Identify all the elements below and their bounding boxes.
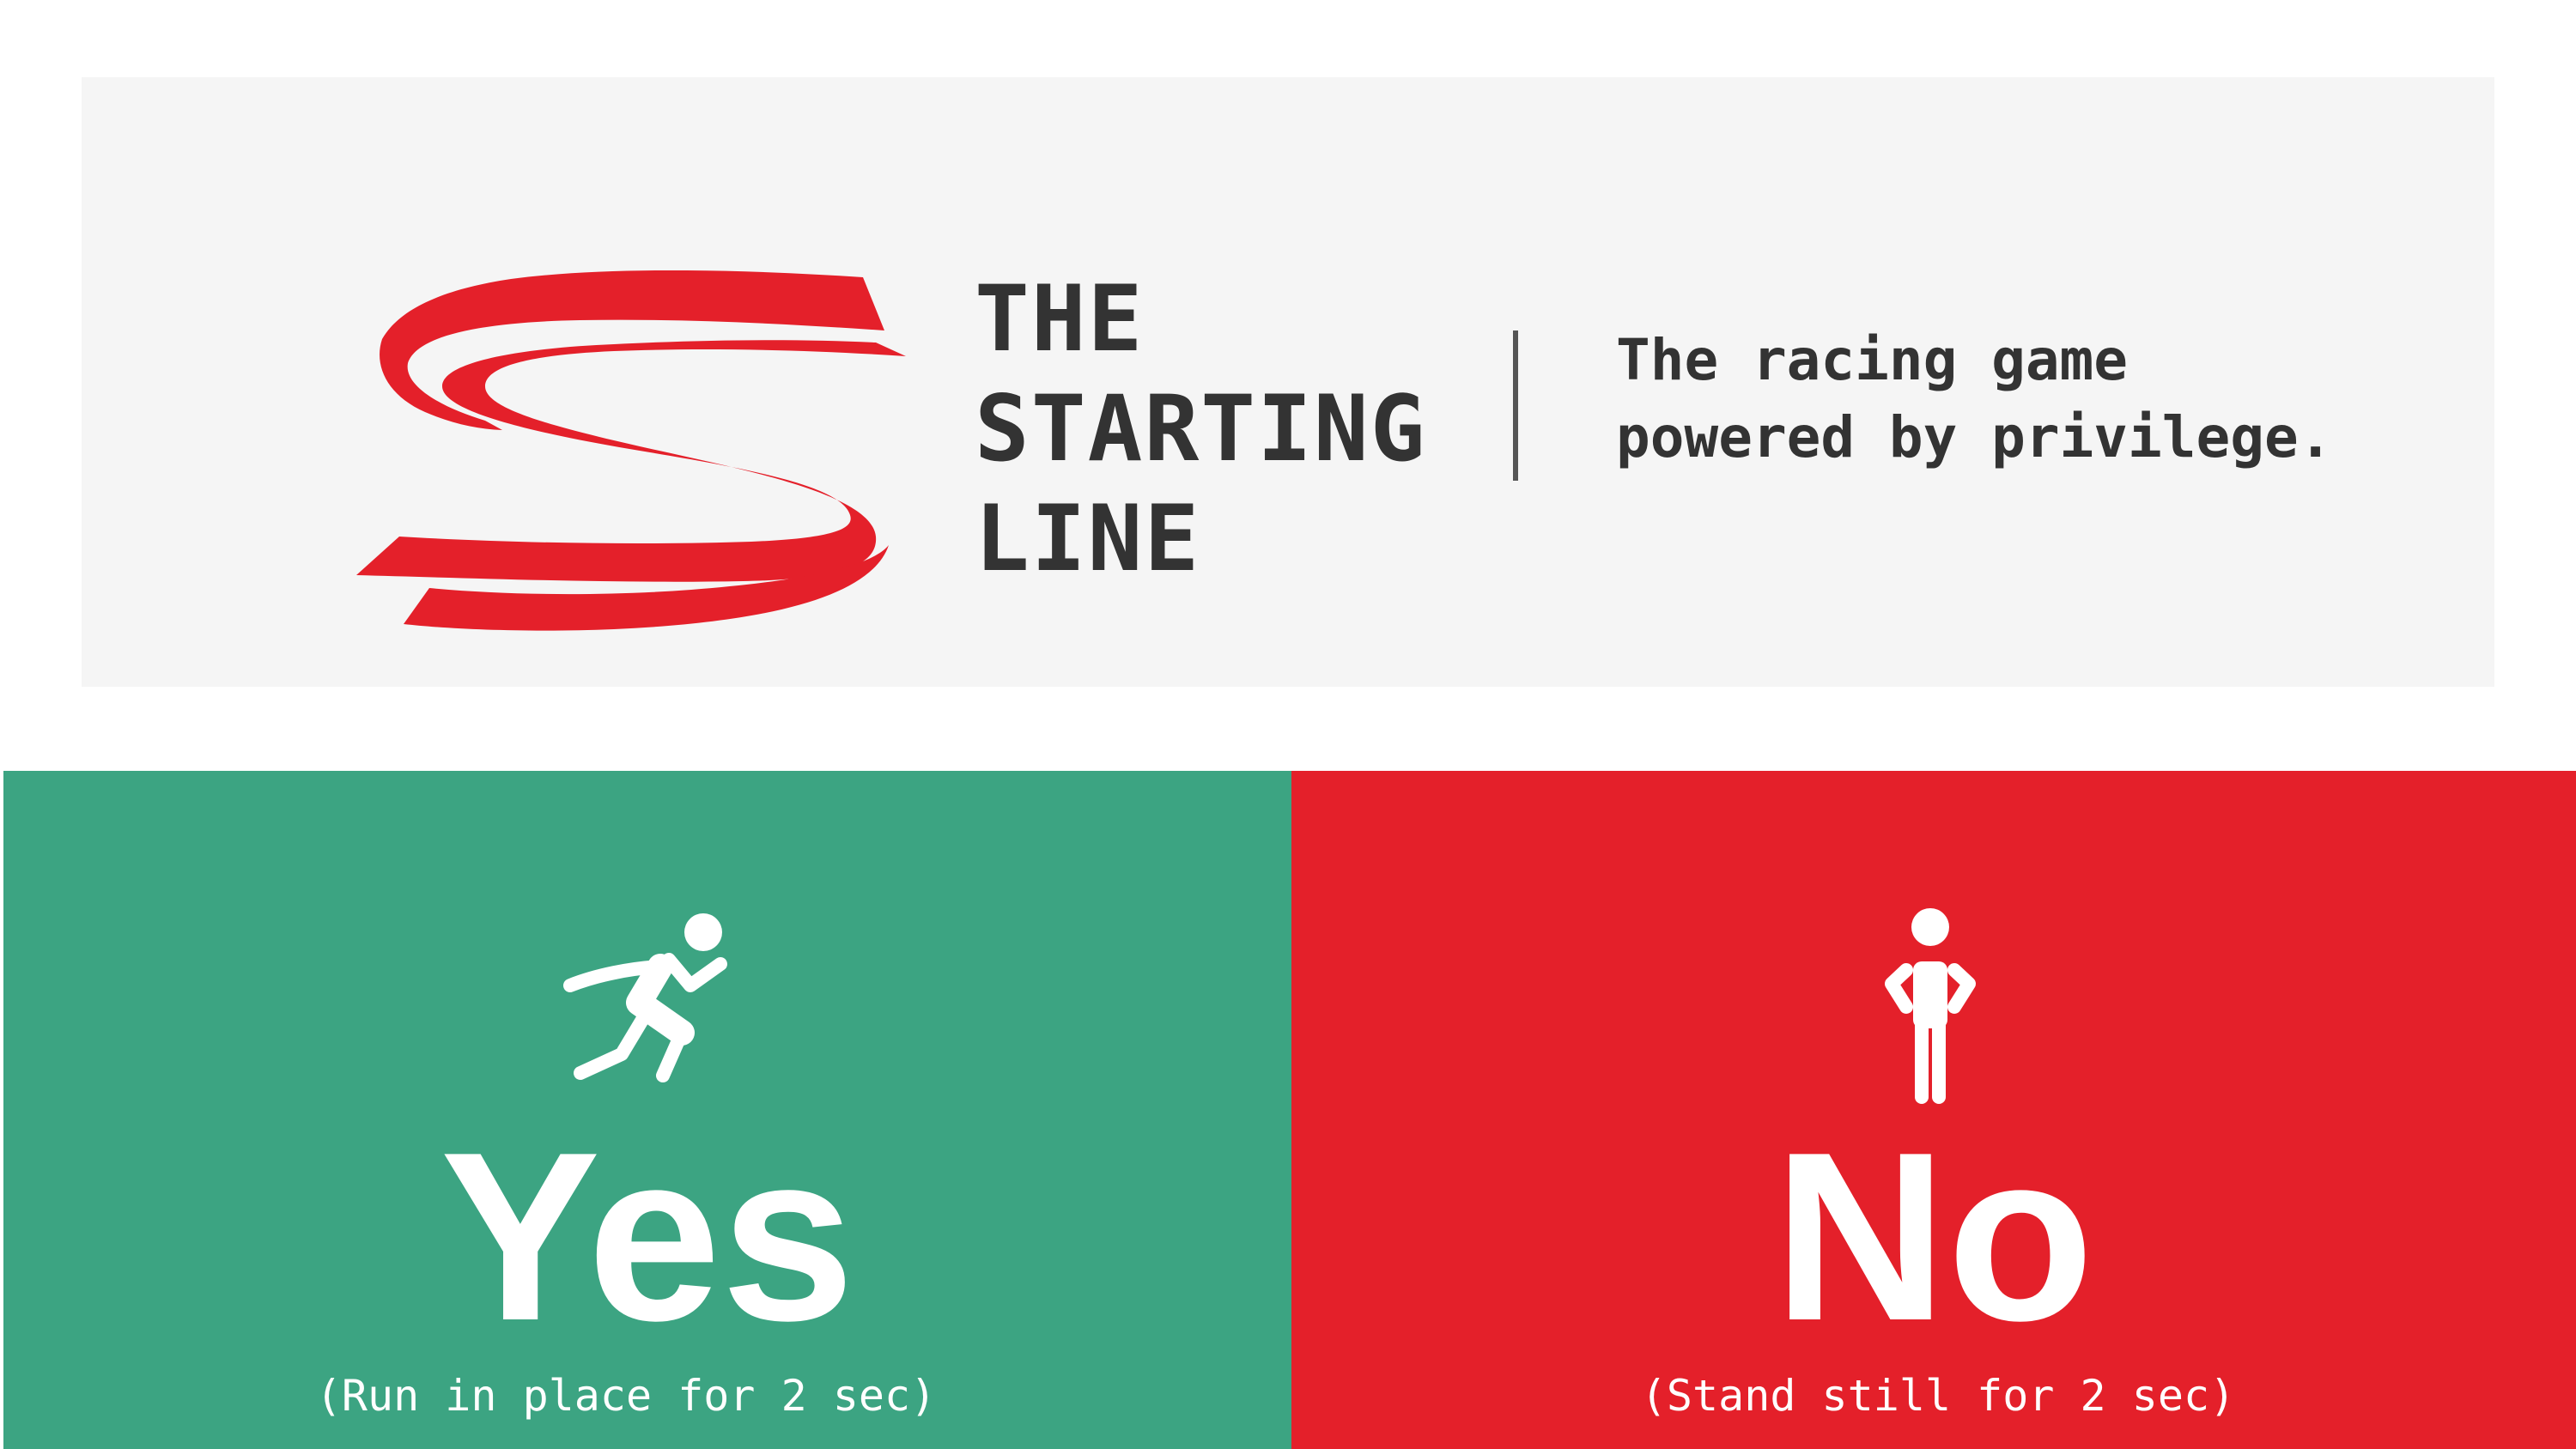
no-answer-button[interactable]: No (Stand still for 2 sec) <box>1291 771 2576 1449</box>
title-line-1: THE <box>975 266 1145 372</box>
title-line-3: LINE <box>975 486 1201 591</box>
yes-answer-button[interactable]: Yes (Run in place for 2 sec) <box>3 771 1291 1449</box>
title-divider <box>1513 330 1518 481</box>
yes-instruction: (Run in place for 2 sec) <box>315 1371 937 1421</box>
game-title: THE STARTING LINE <box>975 264 1455 594</box>
tagline: The racing game powered by privilege. <box>1616 322 2561 476</box>
red-s-track-logo-icon <box>356 270 906 631</box>
no-instruction: (Stand still for 2 sec) <box>1640 1371 2236 1421</box>
no-label: No <box>1773 1103 2094 1371</box>
running-person-icon <box>563 913 727 1082</box>
tagline-line-1: The racing game <box>1616 327 2129 393</box>
standing-person-icon <box>1885 908 1976 1104</box>
header-banner: THE STARTING LINE The racing game powere… <box>82 77 2494 687</box>
tagline-line-2: powered by privilege. <box>1616 404 2333 470</box>
yes-label: Yes <box>440 1103 855 1371</box>
page: THE STARTING LINE The racing game powere… <box>0 0 2576 1449</box>
title-line-2: STARTING <box>975 376 1427 482</box>
